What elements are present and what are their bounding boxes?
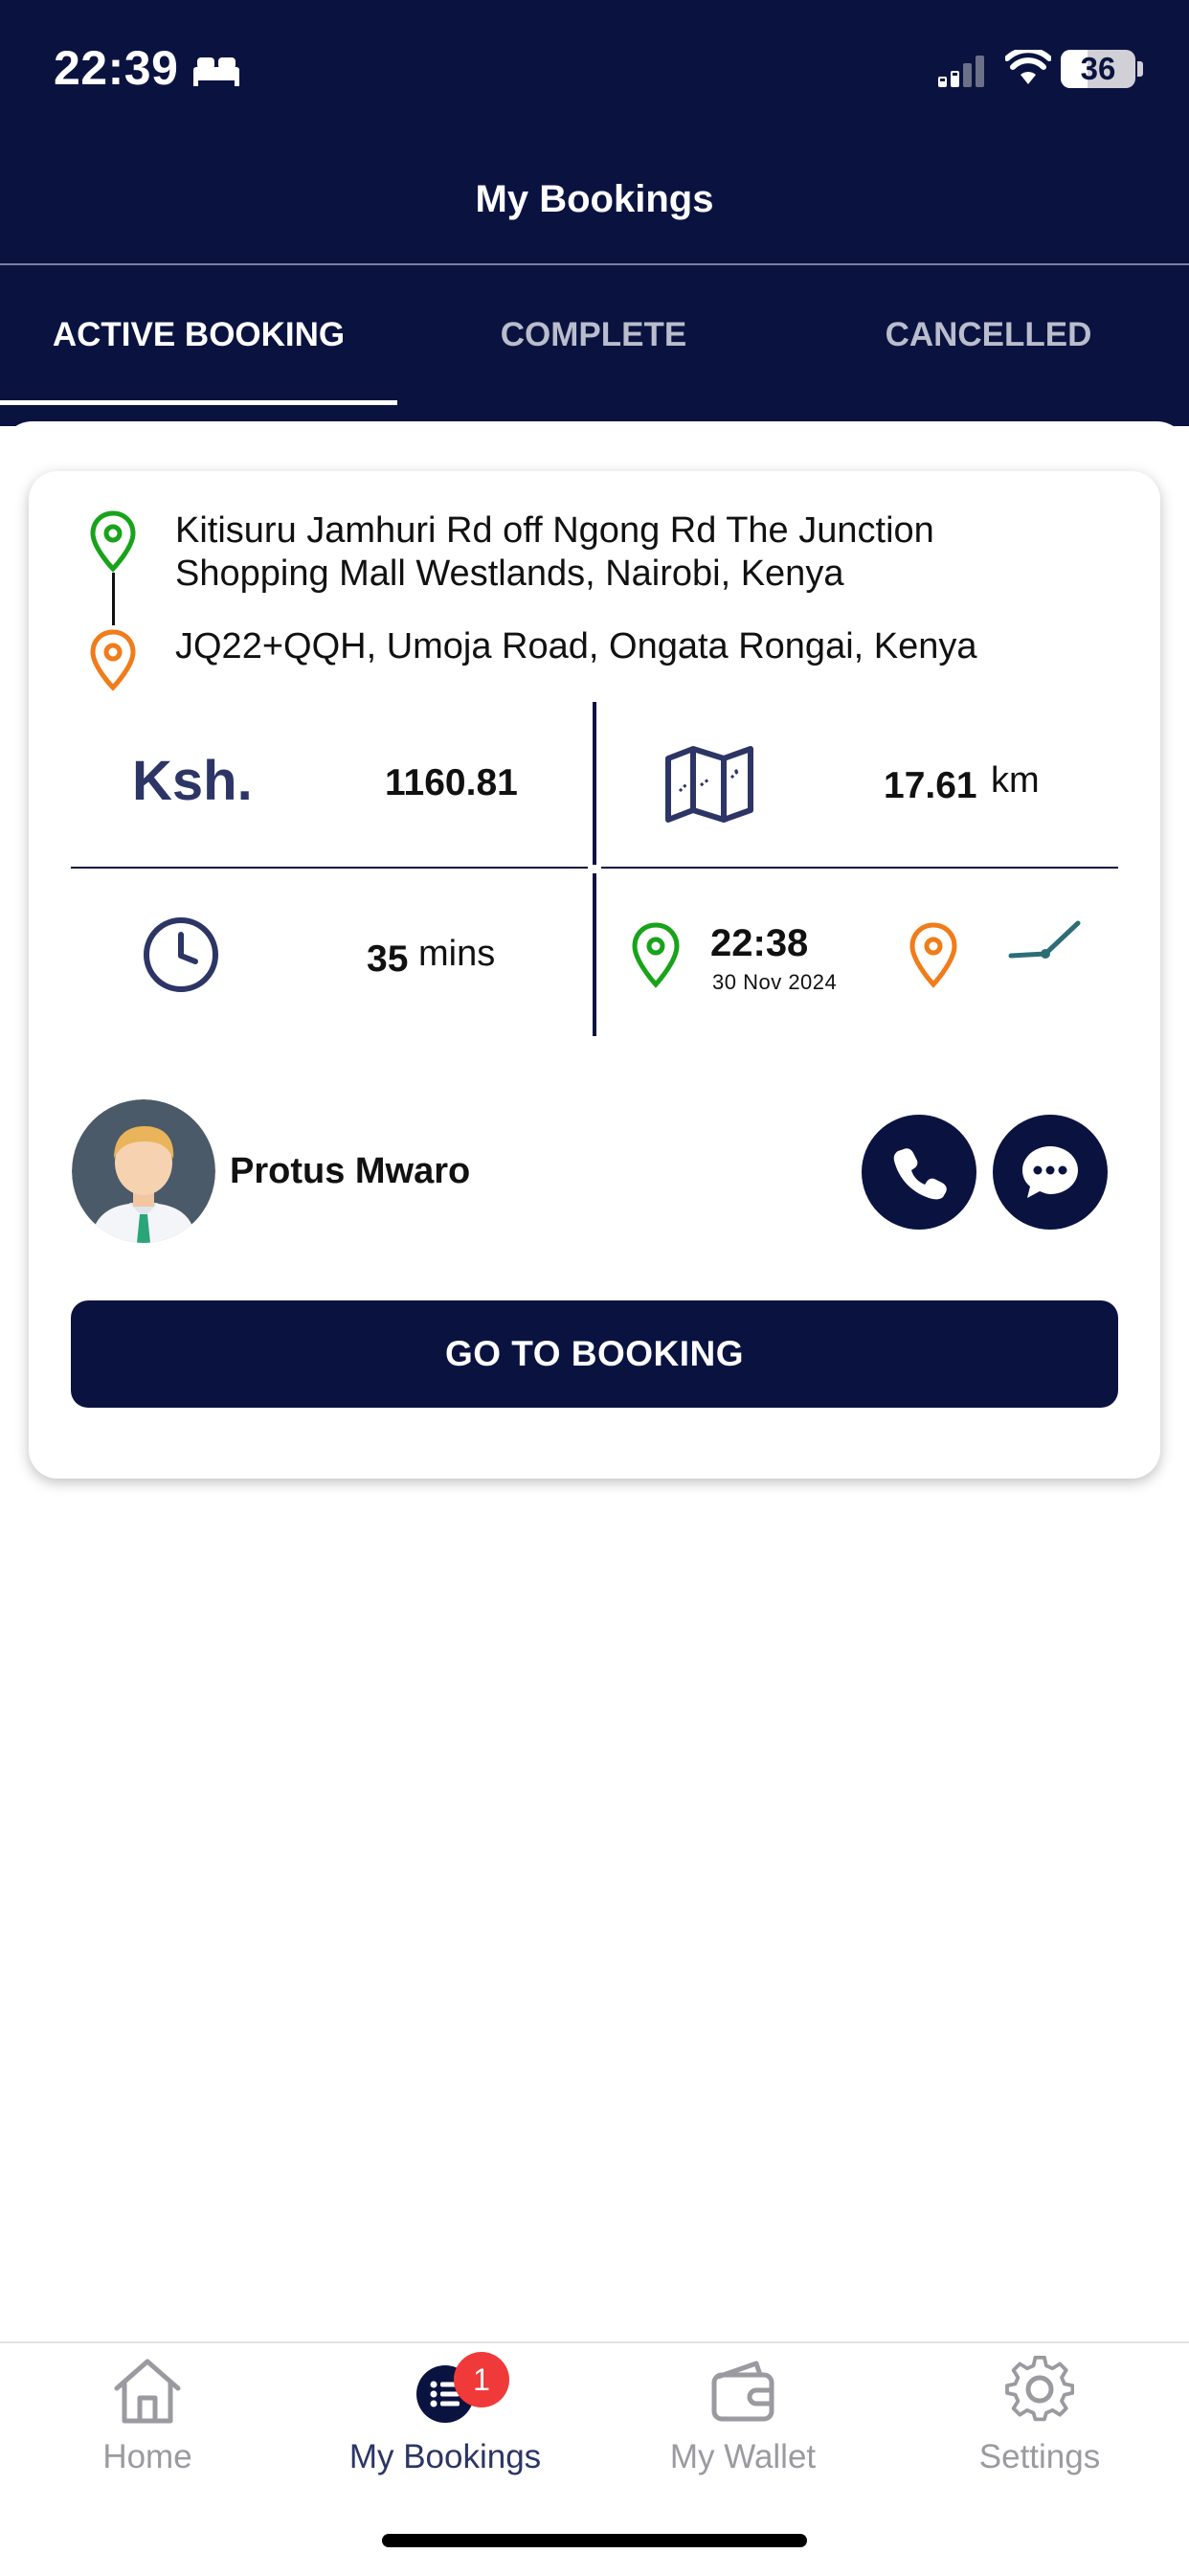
battery-nub [1137,61,1143,77]
driver-name: Protus Mwaro [230,1151,471,1191]
grid-divider-vertical-top [593,702,596,865]
currency-label: Ksh. [132,750,253,812]
nav-label-my-bookings: My Bookings [348,2438,542,2475]
header-divider [0,263,1189,265]
clock-icon [142,915,220,999]
nav-item-settings[interactable]: Settings [896,2356,1183,2476]
nav-label-my-wallet: My Wallet [669,2438,817,2475]
nav-label-home: Home [102,2438,192,2475]
tab-complete[interactable]: COMPLETE [397,316,790,393]
home-indicator[interactable] [382,2534,807,2547]
pickup-pin-icon [88,509,138,579]
nav-item-my-bookings[interactable]: My Bookings [302,2356,589,2476]
driver-avatar [72,1099,215,1243]
grid-divider-vertical-bottom [593,873,596,1036]
duration-unit: mins [418,934,496,974]
map-icon [664,745,754,828]
active-tab-indicator [0,400,397,405]
distance-value: 17.61 [884,765,977,806]
nav-item-home[interactable]: Home [4,2356,291,2476]
pickup-time-pin-icon [630,921,682,995]
dropoff-time-pin-icon [908,921,959,995]
home-icon [114,2359,181,2424]
route-progress-icon [1007,917,1084,968]
chat-bubble-icon [1022,1146,1078,1198]
sleep-mode-icon [191,52,241,93]
gear-icon [1005,2356,1074,2422]
go-to-booking-button[interactable]: GO TO BOOKING [71,1300,1118,1408]
wallet-icon [711,2361,774,2422]
phone-icon [893,1148,947,1200]
pickup-address: Kitisuru Jamhuri Rd off Ngong Rd The Jun… [175,510,934,594]
pickup-date: 30 Nov 2024 [712,970,838,994]
nav-label-settings: Settings [978,2438,1101,2475]
grid-divider-horizontal-right [601,867,1118,869]
pickup-time: 22:38 [710,922,809,964]
dropoff-address: JQ22+QQH, Umoja Road, Ongata Rongai, Ken… [175,626,977,667]
nav-item-my-wallet[interactable]: My Wallet [599,2356,886,2476]
battery-indicator: 36 [1061,50,1135,88]
page-title: My Bookings [475,178,714,220]
message-driver-button[interactable] [993,1115,1108,1230]
tab-active-booking[interactable]: ACTIVE BOOKING [0,316,397,393]
cellular-signal-icon [938,54,988,93]
battery-level-text: 36 [1080,51,1116,86]
call-driver-button[interactable] [862,1115,976,1230]
status-time: 22:39 [54,41,179,95]
tab-cancelled[interactable]: CANCELLED [790,316,1187,393]
dropoff-pin-icon [88,628,138,698]
distance-unit: km [991,760,1040,801]
route-connector-line [112,573,115,625]
grid-divider-horizontal-left [71,867,588,869]
bookings-count-badge: 1 [454,2352,509,2407]
fare-value: 1160.81 [385,762,518,803]
wifi-icon [1004,47,1052,91]
duration-value: 35 [367,938,409,980]
